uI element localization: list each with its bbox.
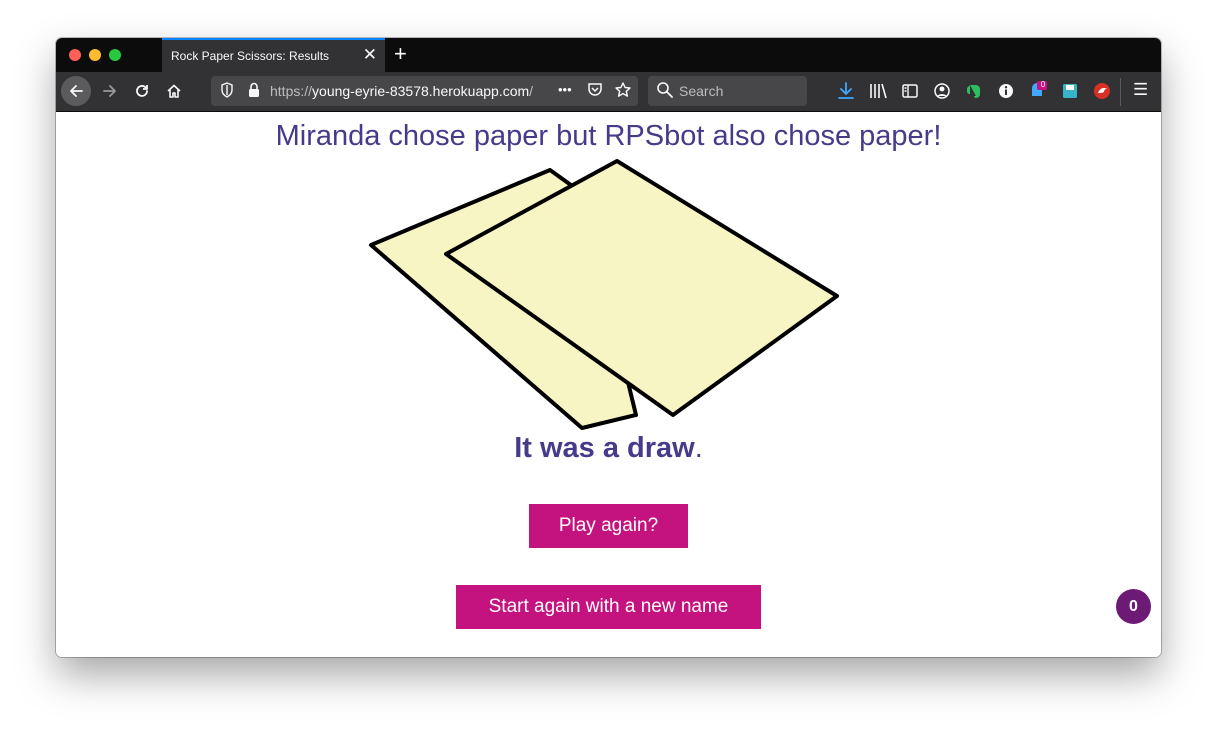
window-minimize-button[interactable] <box>89 49 101 61</box>
lock-icon[interactable] <box>247 81 261 104</box>
arrow-left-icon <box>70 85 83 97</box>
forward-button[interactable] <box>98 77 122 105</box>
home-button[interactable] <box>162 77 186 105</box>
extension-badge-count: 0 <box>1040 80 1046 89</box>
paper-illustration <box>369 159 839 430</box>
menu-icon[interactable]: ☰ <box>1133 80 1153 100</box>
back-button[interactable] <box>61 76 91 106</box>
search-icon <box>656 81 674 104</box>
sidebar-icon[interactable] <box>900 81 920 101</box>
tab-strip: Rock Paper Scissors: Results ✕ + <box>56 38 1161 72</box>
browser-window: Rock Paper Scissors: Results ✕ + https:/… <box>56 38 1161 657</box>
evernote-icon[interactable] <box>964 81 984 101</box>
window-close-button[interactable] <box>69 49 81 61</box>
url-field[interactable]: https://young-eyrie-83578.herokuapp.com/ <box>270 83 546 99</box>
bird-extension-icon[interactable] <box>1092 81 1112 101</box>
search-bar[interactable]: Search <box>648 76 807 106</box>
save-extension-icon[interactable] <box>1060 81 1080 101</box>
info-icon[interactable] <box>996 81 1016 101</box>
result-message: It was a draw. <box>514 432 703 464</box>
search-input[interactable]: Search <box>679 83 723 99</box>
toolbar-divider <box>1120 78 1121 106</box>
home-icon <box>167 84 181 98</box>
tab-active[interactable]: Rock Paper Scissors: Results ✕ <box>162 38 385 72</box>
address-bar[interactable]: https://young-eyrie-83578.herokuapp.com/… <box>211 76 638 106</box>
downloads-icon[interactable] <box>836 81 856 101</box>
tab-title: Rock Paper Scissors: Results <box>171 49 330 63</box>
new-tab-button[interactable]: + <box>394 42 407 66</box>
account-icon[interactable] <box>932 81 952 101</box>
pocket-icon[interactable] <box>586 81 604 104</box>
extension-badge-icon[interactable]: 0 <box>1028 80 1048 101</box>
score-counter-badge[interactable]: 0 <box>1116 589 1151 624</box>
nav-toolbar: https://young-eyrie-83578.herokuapp.com/… <box>56 72 1161 112</box>
library-icon[interactable] <box>868 81 888 101</box>
new-name-button[interactable]: Start again with a new name <box>456 585 761 629</box>
play-again-button[interactable]: Play again? <box>529 504 688 548</box>
page-actions-icon[interactable]: ••• <box>558 82 572 97</box>
window-maximize-button[interactable] <box>109 49 121 61</box>
arrow-right-icon <box>103 85 116 97</box>
reload-icon <box>136 85 148 97</box>
reload-button[interactable] <box>130 77 154 105</box>
bookmark-star-icon[interactable] <box>614 81 632 104</box>
page-content: Miranda chose paper but RPSbot also chos… <box>56 112 1161 657</box>
tracking-shield-icon[interactable] <box>219 81 235 104</box>
tab-close-icon[interactable]: ✕ <box>363 46 377 64</box>
